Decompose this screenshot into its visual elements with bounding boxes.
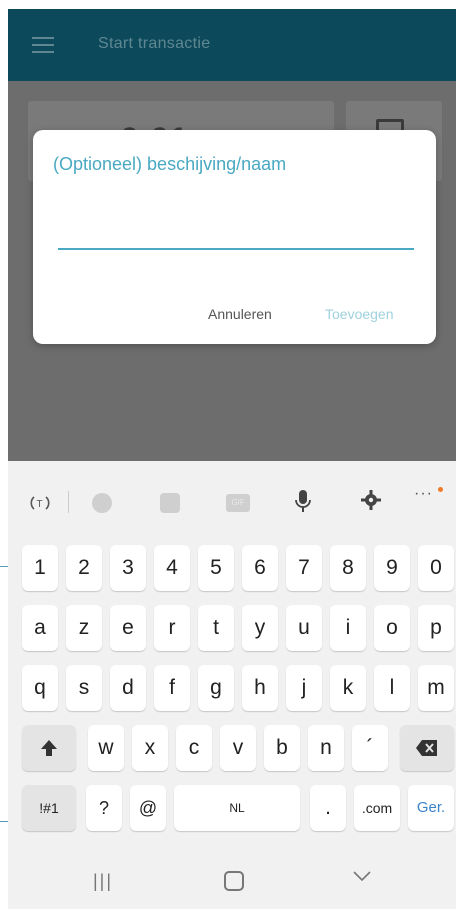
key-q[interactable]: q	[22, 665, 58, 711]
key-r[interactable]: r	[154, 605, 190, 651]
shift-arrow-icon	[41, 740, 57, 757]
key-z[interactable]: z	[66, 605, 102, 651]
key-at[interactable]: @	[130, 785, 166, 831]
key-l[interactable]: l	[374, 665, 410, 711]
system-nav-bar: |||	[8, 853, 456, 909]
key-u[interactable]: u	[286, 605, 322, 651]
key-6[interactable]: 6	[242, 545, 278, 591]
key-y[interactable]: y	[242, 605, 278, 651]
page-title: Start transactie	[98, 35, 211, 52]
dotcom-key[interactable]: .com	[354, 785, 400, 831]
add-button[interactable]: Toevoegen	[325, 306, 394, 322]
key-question[interactable]: ?	[86, 785, 122, 831]
space-key[interactable]: NL	[174, 785, 300, 831]
key-x[interactable]: x	[132, 725, 168, 771]
key-p[interactable]: p	[418, 605, 454, 651]
key-b[interactable]: b	[264, 725, 300, 771]
key-n[interactable]: n	[308, 725, 344, 771]
translate-icon[interactable]: T	[28, 491, 52, 520]
backspace-icon	[416, 740, 437, 757]
key-1[interactable]: 1	[22, 545, 58, 591]
cancel-button[interactable]: Annuleren	[208, 306, 272, 322]
toolbar-divider	[68, 491, 69, 513]
key-i[interactable]: i	[330, 605, 366, 651]
key-t[interactable]: t	[198, 605, 234, 651]
symbols-key[interactable]: !#1	[22, 785, 76, 831]
key-h[interactable]: h	[242, 665, 278, 711]
key-7[interactable]: 7	[286, 545, 322, 591]
description-input[interactable]	[58, 206, 414, 250]
key-5[interactable]: 5	[198, 545, 234, 591]
key-8[interactable]: 8	[330, 545, 366, 591]
key-acute[interactable]: ´	[352, 725, 388, 771]
key-a[interactable]: a	[22, 605, 58, 651]
key-v[interactable]: v	[220, 725, 256, 771]
emoji-icon[interactable]	[92, 493, 112, 513]
phone-screen: Start transactie 0:01 (Optioneel) beschi…	[8, 9, 456, 909]
key-k[interactable]: k	[330, 665, 366, 711]
key-d[interactable]: d	[110, 665, 146, 711]
keyboard: T GIF ··· 1 2 3 4 5 6 7 8 9 0 a z e r t …	[8, 461, 456, 909]
notification-dot	[438, 487, 443, 492]
backspace-key[interactable]	[400, 725, 454, 771]
key-2[interactable]: 2	[66, 545, 102, 591]
key-e[interactable]: e	[110, 605, 146, 651]
shift-key[interactable]	[22, 725, 76, 771]
key-f[interactable]: f	[154, 665, 190, 711]
dialog-title: (Optioneel) beschijving/naam	[53, 154, 287, 174]
key-o[interactable]: o	[374, 605, 410, 651]
description-dialog: (Optioneel) beschijving/naam Annuleren T…	[33, 130, 436, 344]
key-m[interactable]: m	[418, 665, 454, 711]
key-period[interactable]: .	[310, 785, 346, 831]
key-j[interactable]: j	[286, 665, 322, 711]
gif-icon[interactable]: GIF	[226, 494, 250, 512]
key-g[interactable]: g	[198, 665, 234, 711]
microphone-icon[interactable]	[294, 489, 312, 518]
svg-text:T: T	[37, 499, 43, 510]
key-c[interactable]: c	[176, 725, 212, 771]
app-bar: Start transactie	[8, 9, 456, 81]
key-s[interactable]: s	[66, 665, 102, 711]
key-3[interactable]: 3	[110, 545, 146, 591]
key-4[interactable]: 4	[154, 545, 190, 591]
go-key[interactable]: Ger.	[408, 785, 454, 831]
key-0[interactable]: 0	[418, 545, 454, 591]
menu-icon[interactable]	[32, 37, 54, 53]
back-chevron-icon[interactable]	[353, 865, 371, 888]
more-options-icon[interactable]: ···	[414, 485, 433, 503]
key-9[interactable]: 9	[374, 545, 410, 591]
keyboard-toolbar: T GIF ···	[8, 461, 456, 533]
recent-apps-icon[interactable]: |||	[93, 871, 113, 892]
key-w[interactable]: w	[88, 725, 124, 771]
sticker-icon[interactable]	[160, 493, 180, 513]
settings-gear-icon[interactable]	[360, 489, 382, 516]
home-icon[interactable]	[224, 871, 244, 891]
